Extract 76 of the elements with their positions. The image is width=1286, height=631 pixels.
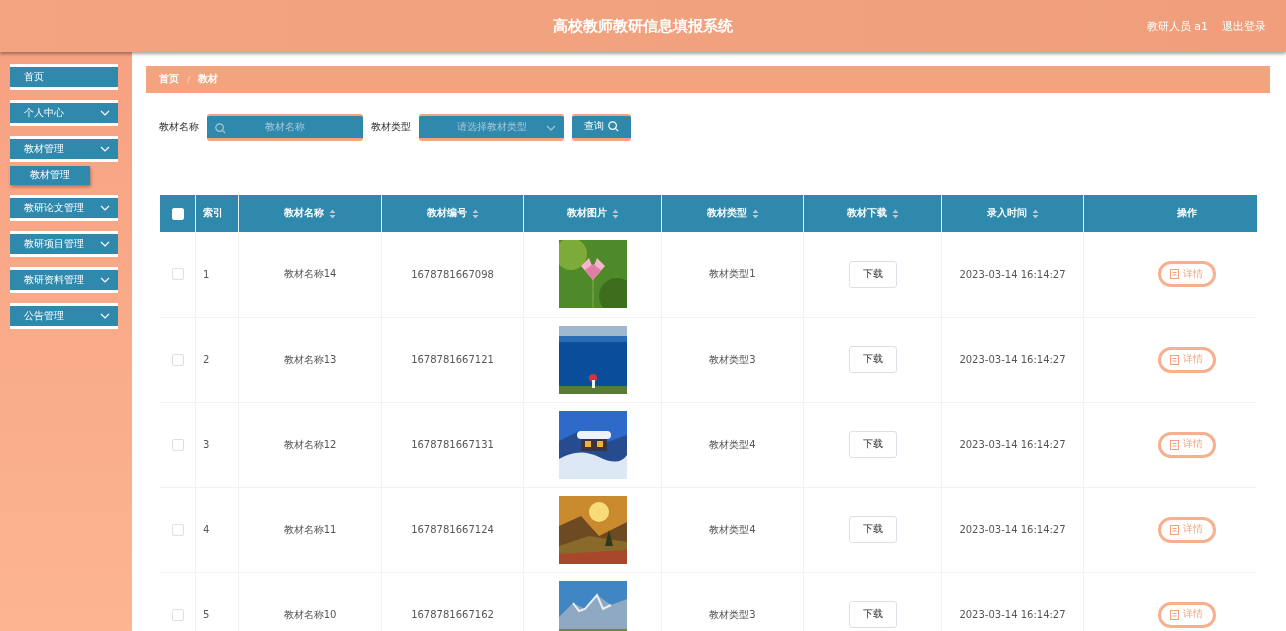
search-field[interactable]: 教材名称 [207,113,363,141]
user-name: 教研人员 a1 [1146,19,1208,34]
column-header[interactable]: 教材名称 [284,207,336,220]
details-button[interactable]: 详情 [1157,601,1216,628]
table-cell: 1678781667121 [411,354,494,365]
system-title: 高校教师教研信息填报系统 [553,16,733,36]
field-label: 教材名称 [159,120,199,134]
row-index: 2 [203,354,210,365]
table-cell: 教材名称11 [283,523,337,535]
table-cell: 2023-03-14 16:14:27 [959,439,1066,450]
table-cell: 1678781667124 [411,524,494,535]
table-cell: 教材类型3 [709,353,756,365]
column-header[interactable]: 教材类型 [706,207,759,220]
row-checkbox[interactable] [171,268,184,281]
menu-item[interactable]: 教研资料管理 [10,267,118,293]
menu-item[interactable]: 教研项目管理 [10,231,118,257]
column-header[interactable]: 录入时间 [986,207,1039,220]
search-icon [608,121,619,132]
document-icon [1170,524,1179,535]
download-button[interactable]: 下载 [848,601,897,628]
breadcrumb-link[interactable]: 首页 [159,73,179,86]
details-button[interactable]: 详情 [1157,346,1216,373]
submenu-item[interactable]: 教材管理 [10,166,90,185]
details-button[interactable]: 详情 [1157,516,1216,543]
table-cell: 教材名称13 [283,353,337,365]
table-cell: 教材名称14 [283,268,337,280]
table-cell: 2023-03-14 16:14:27 [959,524,1066,535]
search-icon [215,122,226,134]
column-header[interactable]: 教材图片 [566,207,619,220]
column-header[interactable]: 操作 [1176,207,1197,220]
menu-item[interactable]: 公告管理 [10,303,118,329]
document-icon [1170,354,1179,365]
field-label: 教材类型 [371,120,411,134]
select-all-checkbox[interactable] [171,207,184,220]
row-checkbox[interactable] [171,523,184,536]
menu-item[interactable]: 个人中心 [10,100,118,126]
type-dropdown[interactable]: 请选择教材类型 [419,113,564,141]
details-button[interactable]: 详情 [1157,431,1216,458]
details-button[interactable]: 详情 [1157,261,1216,288]
row-checkbox[interactable] [171,608,184,621]
document-icon [1170,609,1179,620]
column-header[interactable]: 教材编号 [426,207,479,220]
table-cell: 教材类型3 [709,608,756,620]
table-cell: 2023-03-14 16:14:27 [959,354,1066,365]
row-index: 1 [203,268,210,280]
download-button[interactable]: 下载 [848,260,897,288]
breadcrumb-link[interactable]: 教材 [198,73,219,86]
document-icon [1170,439,1179,450]
row-checkbox[interactable] [171,353,184,366]
table-cell: 教材名称12 [283,438,337,450]
breadcrumb-separator: / [187,74,191,85]
menu-item[interactable]: 首页 [10,64,118,90]
row-index: 5 [203,609,210,620]
table-cell: 教材类型4 [709,438,756,450]
row-index: 4 [203,524,210,535]
table-cell: 2023-03-14 16:14:27 [959,609,1066,620]
table-cell: 教材类型4 [709,523,756,535]
download-button[interactable]: 下载 [848,431,897,458]
table-cell: 教材类型1 [709,268,756,280]
column-header[interactable]: 索引 [203,207,223,220]
row-index: 3 [203,439,210,450]
table-cell: 1678781667162 [411,609,494,620]
table-cell: 2023-03-14 16:14:27 [959,268,1066,280]
search-button[interactable]: 查询 [572,113,631,141]
download-button[interactable]: 下载 [848,516,897,543]
logout-link[interactable]: 退出登录 [1222,19,1266,34]
row-checkbox[interactable] [171,438,184,451]
menu-item[interactable]: 教材管理 [10,136,118,162]
table-cell: 教材名称10 [283,608,337,620]
column-header[interactable]: 教材下载 [846,207,899,220]
document-icon [1170,269,1179,280]
download-button[interactable]: 下载 [848,346,897,373]
table-cell: 1678781667131 [411,439,494,450]
chevron-down-icon [546,124,556,131]
table-cell: 1678781667098 [411,268,494,280]
menu-item[interactable]: 教研论文管理 [10,195,118,221]
